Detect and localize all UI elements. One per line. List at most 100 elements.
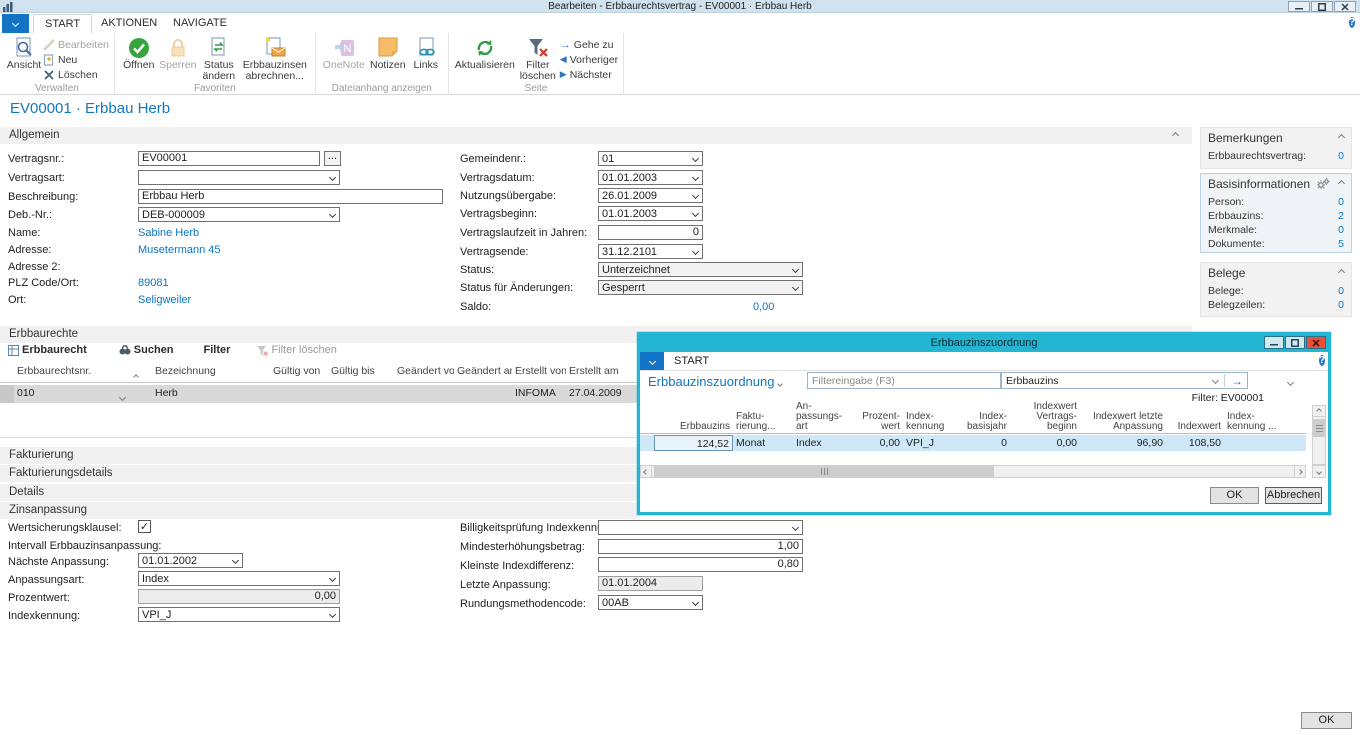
gehe-zu-button[interactable]: → Gehe zu bbox=[560, 37, 618, 52]
loeschen-button[interactable]: Löschen bbox=[43, 67, 109, 82]
factbox-value-link[interactable]: 0 bbox=[1338, 149, 1344, 163]
vertragslaufzeit-input[interactable]: 0 bbox=[598, 225, 703, 240]
nutzungsuebergabe-select[interactable]: 26.01.2009 bbox=[598, 188, 703, 203]
indexkennung-select[interactable]: VPI_J bbox=[138, 607, 340, 622]
horizontal-scroll-thumb[interactable] bbox=[654, 466, 994, 477]
dialog-collapse-filter-icon[interactable] bbox=[1288, 376, 1293, 388]
minimize-button[interactable] bbox=[1288, 1, 1310, 12]
dialog-grid-row[interactable]: 124,52 Monat Index 0,00 VPI_J 0 0,00 96,… bbox=[640, 435, 1306, 451]
name-link[interactable]: Sabine Herb bbox=[138, 227, 199, 239]
section-allgemein-header[interactable]: Allgemein bbox=[0, 127, 1192, 144]
factbox-title[interactable]: Basisinformationen bbox=[1208, 177, 1344, 191]
filter-loeschen-toolbar-button[interactable]: Filter löschen bbox=[252, 344, 340, 356]
bearbeiten-button[interactable]: Bearbeiten bbox=[43, 37, 109, 52]
dialog-filter-field-select[interactable]: Erbbauzins → bbox=[1001, 372, 1248, 389]
factbox-value-link[interactable]: 0 bbox=[1338, 298, 1344, 312]
factbox-value-link[interactable]: 0 bbox=[1338, 284, 1344, 298]
dialog-close-button[interactable] bbox=[1306, 336, 1326, 349]
links-button[interactable]: Links bbox=[409, 35, 443, 71]
adresse-link[interactable]: Musetermann 45 bbox=[138, 244, 221, 256]
tab-navigate[interactable]: NAVIGATE bbox=[162, 14, 238, 33]
col-gueltig-bis[interactable]: Gültig bis bbox=[328, 363, 394, 382]
filter-field-dropdown-icon[interactable] bbox=[1212, 377, 1219, 384]
aktualisieren-button[interactable]: Aktualisieren bbox=[454, 35, 516, 71]
dialog-cancel-button[interactable]: Abbrechen bbox=[1265, 487, 1322, 504]
dcol-indexbasisjahr[interactable]: Index- basisjahr bbox=[955, 411, 1010, 433]
anpassungsart-select[interactable]: Index bbox=[138, 571, 340, 586]
tab-start[interactable]: START bbox=[33, 14, 92, 33]
dialog-page-title[interactable]: Erbbauzinszuordnung bbox=[648, 374, 782, 389]
oeffnen-button[interactable]: Öffnen bbox=[120, 35, 158, 71]
section-zinsanpassung-header[interactable]: Zinsanpassung bbox=[0, 502, 637, 519]
dcol-prozentwert[interactable]: Prozent- wert bbox=[857, 411, 903, 433]
col-gueltig-von[interactable]: Gültig von bbox=[270, 363, 328, 382]
dialog-tab-start[interactable]: START bbox=[674, 355, 709, 367]
dcol-indexwert[interactable]: Indexwert bbox=[1166, 421, 1224, 433]
naechster-button[interactable]: ▶ Nächster bbox=[560, 67, 618, 82]
dcol-indexwert-letzte-anpassung[interactable]: Indexwert letzte Anpassung bbox=[1080, 411, 1166, 433]
help-icon[interactable]: ? bbox=[1349, 16, 1355, 29]
section-fakturierungsdetails-header[interactable]: Fakturierungsdetails bbox=[0, 465, 637, 482]
col-erstellt-am[interactable]: Erstellt am bbox=[566, 363, 628, 382]
scroll-up-icon[interactable] bbox=[1312, 405, 1326, 417]
dcol-anpassungsart[interactable]: An- passungs- art bbox=[793, 401, 857, 433]
application-menu-button[interactable] bbox=[2, 14, 29, 33]
close-button[interactable] bbox=[1334, 1, 1356, 12]
rundungsmethodencode-select[interactable]: 00AB bbox=[598, 595, 703, 610]
neu-button[interactable]: Neu bbox=[43, 52, 109, 67]
beschreibung-input[interactable]: Erbbau Herb bbox=[138, 189, 443, 204]
col-geaendert-von[interactable]: Geändert von bbox=[394, 363, 454, 382]
tab-aktionen[interactable]: AKTIONEN bbox=[90, 14, 168, 33]
vertragsnr-input[interactable]: EV00001 bbox=[138, 151, 320, 166]
status-aenderungen-select[interactable]: Gesperrt bbox=[598, 280, 803, 295]
col-geaendert-am[interactable]: Geändert am bbox=[454, 363, 512, 382]
factbox-title[interactable]: Belege bbox=[1208, 266, 1344, 280]
filter-loeschen-button[interactable]: Filter löschen bbox=[516, 35, 560, 82]
erbbauzinsen-abrechnen-button[interactable]: Erbbauzinsen abrechnen... bbox=[240, 35, 310, 82]
gears-icon[interactable] bbox=[1317, 178, 1330, 189]
section-details-header[interactable]: Details bbox=[0, 484, 637, 501]
maximize-button[interactable] bbox=[1311, 1, 1333, 12]
notizen-button[interactable]: Notizen bbox=[367, 35, 409, 71]
factbox-value-link[interactable]: 0 bbox=[1338, 223, 1344, 237]
filter-button[interactable]: Filter bbox=[200, 344, 235, 356]
vertragsdatum-select[interactable]: 01.01.2003 bbox=[598, 170, 703, 185]
col-bezeichnung[interactable]: Bezeichnung bbox=[152, 363, 270, 382]
plz-link[interactable]: 89081 bbox=[138, 277, 169, 289]
selected-cell[interactable]: 124,52 bbox=[654, 435, 733, 451]
scroll-right-icon[interactable] bbox=[1294, 465, 1306, 478]
dcol-indexkennung2[interactable]: Index- kennung ... bbox=[1224, 411, 1284, 433]
col-erstellt-von[interactable]: Erstellt von bbox=[512, 363, 566, 382]
factbox-value-link[interactable]: 2 bbox=[1338, 209, 1344, 223]
vertical-scroll-thumb[interactable] bbox=[1313, 419, 1325, 437]
scroll-down-icon[interactable] bbox=[1312, 465, 1326, 478]
row-nr-dropdown[interactable] bbox=[120, 385, 152, 403]
vertragsbeginn-select[interactable]: 01.01.2003 bbox=[598, 206, 703, 221]
vertragsart-select[interactable] bbox=[138, 170, 340, 185]
dcol-indexwert-vertragsbeginn[interactable]: Indexwert Vertrags- beginn bbox=[1010, 401, 1080, 433]
ort-link[interactable]: Seligweiler bbox=[138, 294, 191, 306]
section-fakturierung-header[interactable]: Fakturierung bbox=[0, 447, 637, 464]
col-erbbaurechtsnr[interactable]: Erbbaurechtsnr. bbox=[14, 363, 134, 382]
scroll-left-icon[interactable] bbox=[640, 465, 652, 478]
factbox-value-link[interactable]: 5 bbox=[1338, 237, 1344, 251]
vertragsnr-assist-button[interactable]: ... bbox=[324, 151, 341, 166]
onenote-button[interactable]: N OneNote bbox=[321, 35, 367, 71]
mindesterhoehungsbetrag-input[interactable]: 1,00 bbox=[598, 539, 803, 554]
dialog-maximize-button[interactable] bbox=[1285, 336, 1305, 349]
ok-button[interactable]: OK bbox=[1301, 712, 1352, 729]
dialog-filter-input[interactable]: Filtereingabe (F3) bbox=[807, 372, 1001, 389]
row-selector[interactable] bbox=[0, 385, 14, 403]
deb-nr-select[interactable]: DEB-000009 bbox=[138, 207, 340, 222]
dcol-indexkennung[interactable]: Index- kennung bbox=[903, 411, 955, 433]
erbbaurecht-menu-button[interactable]: Erbbaurecht bbox=[4, 344, 91, 356]
dcol-fakturierung[interactable]: Faktu- rierung... bbox=[733, 411, 793, 433]
dialog-application-menu-button[interactable] bbox=[640, 352, 664, 370]
apply-filter-arrow-icon[interactable]: → bbox=[1231, 376, 1243, 386]
saldo-value[interactable]: 0,00 bbox=[753, 301, 774, 313]
vertragsende-select[interactable]: 31.12.2101 bbox=[598, 244, 703, 259]
dialog-ok-button[interactable]: OK bbox=[1210, 487, 1259, 504]
status-select[interactable]: Unterzeichnet bbox=[598, 262, 803, 277]
factbox-title[interactable]: Bemerkungen bbox=[1208, 131, 1344, 145]
dialog-minimize-button[interactable] bbox=[1264, 336, 1284, 349]
